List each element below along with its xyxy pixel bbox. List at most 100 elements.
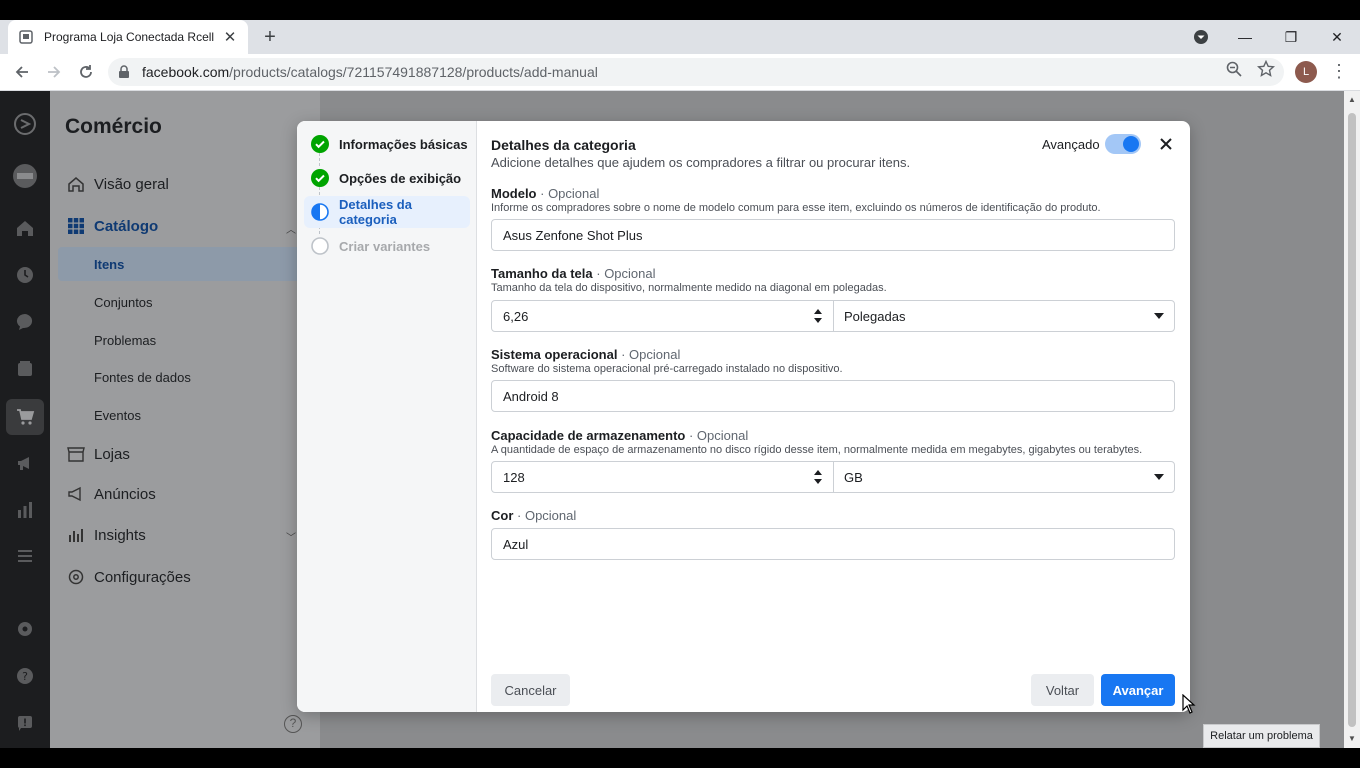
feedback-icon[interactable] bbox=[13, 711, 37, 735]
gear-icon bbox=[65, 566, 87, 588]
storage-unit-value: GB bbox=[844, 469, 863, 485]
ads-megaphone-icon[interactable] bbox=[13, 451, 37, 475]
messages-icon[interactable] bbox=[13, 310, 37, 334]
os-help: Software do sistema operacional pré-carr… bbox=[491, 363, 843, 375]
sidebar-item-label: Configurações bbox=[94, 568, 191, 586]
restore-icon[interactable]: ❐ bbox=[1276, 26, 1306, 48]
profile-avatar[interactable]: L bbox=[1295, 61, 1317, 83]
optional-tag: · Opcional bbox=[621, 347, 681, 362]
megaphone-icon bbox=[65, 483, 87, 505]
step-label: Opções de exibição bbox=[339, 170, 462, 186]
advanced-toggle[interactable] bbox=[1105, 134, 1141, 154]
sidebar-item-ads[interactable]: Anúncios bbox=[65, 483, 156, 505]
step-display-options[interactable]: Opções de exibição bbox=[304, 162, 470, 194]
tab-title: Programa Loja Conectada Rcell bbox=[44, 30, 215, 44]
sidebar-sub-items[interactable]: Itens bbox=[94, 257, 124, 272]
back-arrow-icon[interactable] bbox=[10, 60, 34, 84]
back-button[interactable]: Voltar bbox=[1031, 674, 1094, 706]
next-button[interactable]: Avançar bbox=[1101, 674, 1175, 706]
sidebar-item-catalog[interactable]: Catálogo bbox=[65, 215, 158, 237]
check-circle-icon bbox=[311, 169, 329, 187]
url-path: /products/catalogs/721157491887128/produ… bbox=[229, 64, 598, 80]
bar-chart-icon bbox=[65, 524, 87, 546]
commerce-cart-icon[interactable] bbox=[13, 405, 37, 429]
step-label: Informações básicas bbox=[339, 136, 468, 152]
analytics-icon[interactable] bbox=[13, 498, 37, 522]
storage-unit-select[interactable]: GB bbox=[834, 462, 1174, 492]
page-scrollbar[interactable]: ▲ ▼ bbox=[1344, 91, 1360, 748]
screen-unit-select[interactable]: Polegadas bbox=[834, 301, 1174, 331]
mouse-cursor-icon bbox=[1182, 693, 1196, 714]
storage-input[interactable]: 128 bbox=[492, 462, 834, 492]
sidebar-item-stores[interactable]: Lojas bbox=[65, 443, 130, 465]
screen-unit-value: Polegadas bbox=[844, 308, 906, 324]
help-circle-icon[interactable]: ? bbox=[13, 664, 37, 688]
model-input[interactable]: Asus Zenfone Shot Plus bbox=[491, 219, 1175, 251]
number-stepper-icon[interactable] bbox=[813, 467, 823, 487]
screen-size-input[interactable]: 6,26 bbox=[492, 301, 834, 331]
close-icon[interactable] bbox=[1156, 134, 1176, 154]
caret-down-icon bbox=[1154, 313, 1164, 319]
os-label-text: Sistema operacional bbox=[491, 347, 618, 362]
tab-search-icon[interactable] bbox=[1192, 28, 1210, 46]
sidebar-item-insights[interactable]: Insights bbox=[65, 524, 146, 546]
sidebar-sub-events[interactable]: Eventos bbox=[94, 408, 141, 423]
empty-circle-icon bbox=[311, 237, 329, 255]
minimize-icon[interactable]: — bbox=[1230, 26, 1260, 48]
scroll-up-icon[interactable]: ▲ bbox=[1347, 95, 1357, 105]
global-icon-rail: ? bbox=[0, 91, 50, 748]
forward-arrow-icon[interactable] bbox=[42, 60, 66, 84]
model-label-text: Modelo bbox=[491, 186, 537, 201]
browser-tab[interactable]: Programa Loja Conectada Rcell ✕ bbox=[8, 20, 248, 54]
screen-size-group: 6,26 Polegadas bbox=[491, 300, 1175, 332]
browser-menu-icon[interactable]: ⋮ bbox=[1330, 60, 1348, 84]
meta-logo-icon[interactable] bbox=[13, 112, 37, 136]
home-outline-icon bbox=[65, 173, 87, 195]
tab-close-icon[interactable]: ✕ bbox=[222, 28, 238, 46]
sidebar-item-label: Visão geral bbox=[94, 175, 169, 193]
url-text: facebook.com/products/catalogs/721157491… bbox=[142, 64, 1284, 80]
sidebar-sub-data-sources[interactable]: Fontes de dados bbox=[94, 370, 191, 385]
activity-icon[interactable] bbox=[13, 263, 37, 287]
all-tools-menu-icon[interactable] bbox=[13, 544, 37, 568]
scroll-thumb[interactable] bbox=[1348, 113, 1356, 727]
step-basic-info[interactable]: Informações básicas bbox=[304, 128, 470, 160]
svg-text:?: ? bbox=[22, 670, 28, 683]
screen-size-help: Tamanho da tela do dispositivo, normalme… bbox=[491, 282, 887, 294]
chevron-down-icon[interactable]: ﹀ bbox=[286, 529, 296, 544]
step-label: Detalhes da categoria bbox=[339, 197, 412, 227]
account-avatar-icon[interactable] bbox=[13, 164, 37, 188]
sidebar-item-label: Insights bbox=[94, 526, 146, 544]
optional-tag: · Opcional bbox=[517, 508, 577, 523]
lock-icon bbox=[118, 65, 132, 79]
sidebar-item-settings[interactable]: Configurações bbox=[65, 566, 191, 588]
number-stepper-icon[interactable] bbox=[813, 306, 823, 326]
model-help: Informe os compradores sobre o nome de m… bbox=[491, 202, 1101, 214]
new-tab-icon[interactable]: + bbox=[258, 26, 282, 50]
storage-label-text: Capacidade de armazenamento bbox=[491, 428, 686, 443]
cancel-button[interactable]: Cancelar bbox=[491, 674, 570, 706]
report-problem-button[interactable]: Relatar um problema bbox=[1203, 724, 1320, 748]
caret-down-icon bbox=[1154, 474, 1164, 480]
os-input[interactable]: Android 8 bbox=[491, 380, 1175, 412]
reload-icon[interactable] bbox=[74, 60, 98, 84]
bookmark-star-icon[interactable] bbox=[1256, 59, 1276, 78]
pages-icon[interactable] bbox=[13, 357, 37, 381]
color-input[interactable]: Azul bbox=[491, 528, 1175, 560]
advanced-label: Avançado bbox=[1042, 137, 1100, 152]
step-create-variants[interactable]: Criar variantes bbox=[304, 230, 470, 262]
page-favicon-icon bbox=[18, 29, 34, 45]
sidebar-sub-sets[interactable]: Conjuntos bbox=[94, 295, 153, 310]
window-close-icon[interactable]: ✕ bbox=[1322, 26, 1352, 48]
sidebar-help-icon[interactable]: ? bbox=[284, 715, 302, 733]
chevron-up-icon[interactable]: ︿ bbox=[286, 221, 296, 236]
zoom-icon[interactable] bbox=[1225, 60, 1243, 78]
sidebar-sub-issues[interactable]: Problemas bbox=[94, 333, 156, 348]
address-bar[interactable]: facebook.com/products/catalogs/721157491… bbox=[108, 58, 1284, 86]
sidebar-item-overview[interactable]: Visão geral bbox=[65, 173, 169, 195]
scroll-down-icon[interactable]: ▼ bbox=[1347, 734, 1357, 744]
step-category-details[interactable]: Detalhes da categoria bbox=[304, 196, 470, 228]
home-icon[interactable] bbox=[13, 216, 37, 240]
settings-gear-icon[interactable] bbox=[13, 617, 37, 641]
wizard-steps: Informações básicas Opções de exibição D… bbox=[297, 121, 477, 712]
